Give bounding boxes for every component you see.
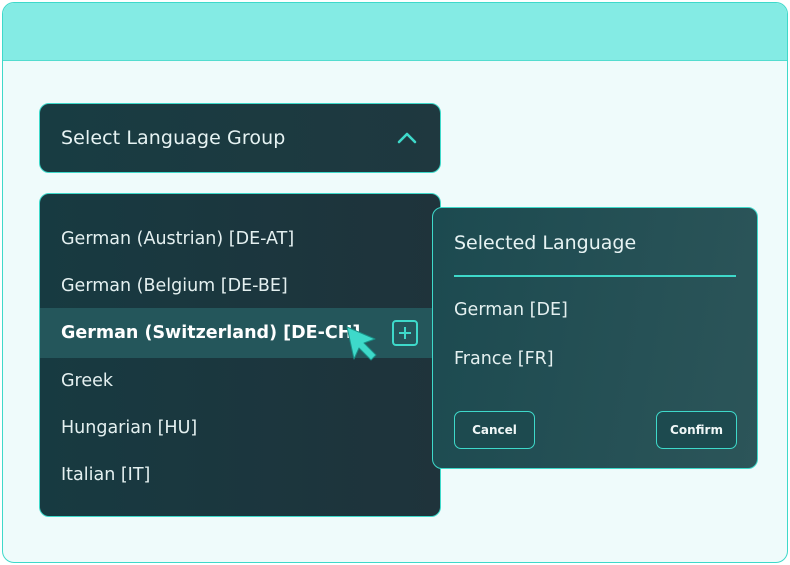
cancel-button[interactable]: Cancel: [454, 411, 535, 449]
plus-square-icon[interactable]: [392, 320, 418, 346]
language-option-label: Greek: [61, 371, 114, 391]
language-option-label: Hungarian [HU]: [61, 418, 198, 438]
language-option-de-be[interactable]: German (Belgium [DE-BE]: [40, 262, 440, 310]
language-option-it[interactable]: Italian [IT]: [40, 451, 440, 499]
language-option-label: German (Belgium [DE-BE]: [61, 276, 288, 296]
language-group-select[interactable]: Select Language Group: [39, 103, 441, 173]
language-option-label: German (Switzerland) [DE-CH]: [61, 323, 361, 343]
panel-title: Selected Language: [454, 232, 637, 254]
language-option-hu[interactable]: Hungarian [HU]: [40, 404, 440, 452]
app-window: Select Language Group German (Austrian) …: [2, 2, 788, 563]
selected-language-panel: Selected Language German [DE] France [FR…: [432, 207, 758, 469]
selected-language-item[interactable]: France [FR]: [454, 349, 554, 369]
confirm-button[interactable]: Confirm: [656, 411, 737, 449]
title-bar: [3, 3, 787, 61]
selected-language-item[interactable]: German [DE]: [454, 300, 568, 320]
pointer-cursor-icon: [346, 326, 377, 361]
language-group-select-label: Select Language Group: [61, 127, 286, 149]
language-option-de-at[interactable]: German (Austrian) [DE-AT]: [40, 215, 440, 263]
language-option-label: German (Austrian) [DE-AT]: [61, 229, 295, 249]
language-option-label: Italian [IT]: [61, 465, 151, 485]
chevron-up-icon[interactable]: [396, 130, 418, 146]
panel-divider: [454, 275, 736, 277]
